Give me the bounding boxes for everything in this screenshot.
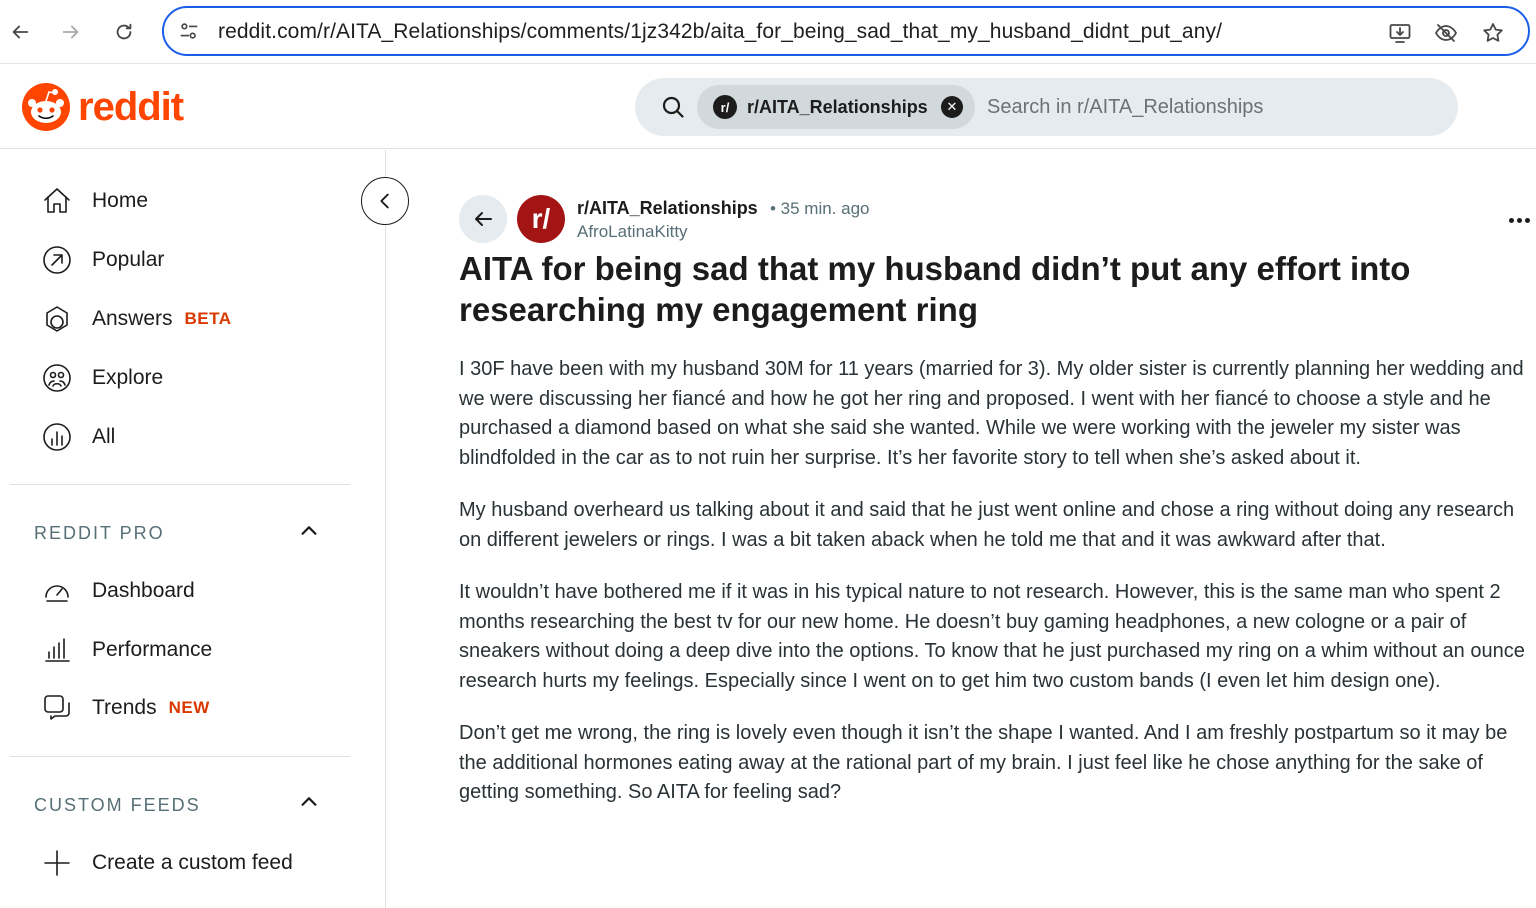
address-bar[interactable]: reddit.com/r/AITA_Relationships/comments… [162, 6, 1530, 56]
sidebar-item-label: Popular [92, 248, 165, 271]
reddit-logo[interactable]: reddit [22, 83, 184, 131]
reddit-wordmark: reddit [78, 84, 184, 129]
sidebar-item-dashboard[interactable]: Dashboard [40, 571, 195, 611]
search-icon [661, 95, 685, 119]
sidebar-item-home[interactable]: Home [40, 181, 148, 221]
sidebar-item-popular[interactable]: Popular [40, 240, 164, 280]
sidebar-item-trends[interactable]: Trends NEW [40, 688, 210, 728]
new-badge: NEW [168, 698, 210, 717]
home-icon [40, 184, 74, 218]
browser-back-button[interactable] [2, 14, 38, 50]
sidebar-item-label: Dashboard [92, 579, 195, 602]
sidebar-item-label: All [92, 425, 116, 448]
arrow-right-icon [62, 25, 79, 39]
bookmark-star-icon[interactable] [1479, 19, 1507, 47]
site-header: reddit r/ r/AITA_Relationships ✕ Search … [0, 65, 1536, 149]
post-paragraph: I 30F have been with my husband 30M for … [459, 358, 1524, 469]
post-body: I 30F have been with my husband 30M for … [459, 355, 1531, 831]
address-url[interactable]: reddit.com/r/AITA_Relationships/comments… [218, 20, 1222, 44]
arrow-left-icon [12, 25, 29, 39]
post-title: AITA for being sad that my husband didn’… [459, 250, 1411, 328]
sidebar-item-label: Trends [92, 696, 157, 719]
reload-icon [116, 23, 132, 40]
sidebar-item-all[interactable]: All [40, 417, 115, 457]
answers-icon [40, 302, 74, 336]
eye-off-icon[interactable] [1432, 19, 1460, 47]
search-input[interactable]: Search in r/AITA_Relationships [987, 96, 1263, 119]
browser-toolbar: reddit.com/r/AITA_Relationships/comments… [0, 0, 1536, 64]
reddit-pro-collapse-chevron-icon[interactable] [298, 520, 324, 546]
community-chip-label: r/AITA_Relationships [747, 96, 928, 117]
sidebar-item-label: Explore [92, 366, 164, 389]
post-timestamp: • 35 min. ago [770, 199, 870, 218]
gauge-icon [40, 574, 74, 608]
left-sidebar: Home Popular Answers BETA Explore All RE… [0, 150, 386, 908]
back-button[interactable] [459, 195, 507, 243]
subreddit-avatar[interactable]: r/ [517, 195, 565, 243]
explore-icon [40, 361, 74, 395]
sidebar-item-answers[interactable]: Answers BETA [40, 299, 232, 339]
subreddit-link[interactable]: r/AITA_Relationships [577, 198, 758, 219]
reddit-snoo-icon [22, 83, 70, 131]
more-options-icon[interactable] [1505, 206, 1533, 234]
trends-icon [40, 691, 74, 725]
search-bar[interactable]: r/ r/AITA_Relationships ✕ Search in r/AI… [635, 78, 1458, 136]
browser-forward-button[interactable] [53, 14, 89, 50]
all-chart-icon [40, 420, 74, 454]
author-link[interactable]: AfroLatinaKitty [577, 222, 688, 242]
popular-arrow-icon [40, 243, 74, 277]
post-paragraph: Don’t get me wrong, the ring is lovely e… [459, 722, 1508, 803]
sidebar-item-performance[interactable]: Performance [40, 630, 212, 670]
site-settings-icon[interactable] [178, 20, 202, 44]
custom-feeds-collapse-chevron-icon[interactable] [298, 791, 324, 817]
chevron-left-icon [380, 193, 389, 209]
sidebar-divider [10, 484, 350, 485]
post-paragraph: It wouldn’t have bothered me if it was i… [459, 581, 1525, 692]
remove-chip-icon[interactable]: ✕ [941, 96, 963, 118]
sidebar-item-label: Performance [92, 638, 213, 661]
collapse-sidebar-button[interactable] [361, 177, 409, 225]
post-paragraph: My husband overheard us talking about it… [459, 499, 1515, 551]
sidebar-item-label: Answers [92, 307, 173, 330]
browser-reload-button[interactable] [106, 14, 142, 50]
sidebar-divider [10, 756, 350, 757]
post-content: r/ r/AITA_Relationships • 35 min. ago Af… [387, 150, 1536, 908]
custom-feeds-heading: CUSTOM FEEDS [34, 795, 201, 815]
sidebar-item-explore[interactable]: Explore [40, 358, 163, 398]
beta-badge: BETA [184, 309, 232, 328]
search-community-chip[interactable]: r/ r/AITA_Relationships ✕ [697, 85, 975, 129]
create-custom-feed-button[interactable]: Create a custom feed [40, 843, 293, 883]
sidebar-item-label: Home [92, 189, 149, 212]
install-app-icon[interactable] [1386, 19, 1414, 47]
create-custom-feed-label: Create a custom feed [92, 851, 293, 874]
community-avatar: r/ [713, 95, 737, 119]
plus-icon [40, 846, 74, 880]
reddit-pro-heading: REDDIT PRO [34, 523, 165, 543]
arrow-left-icon [475, 212, 492, 226]
bar-chart-icon [40, 633, 74, 667]
